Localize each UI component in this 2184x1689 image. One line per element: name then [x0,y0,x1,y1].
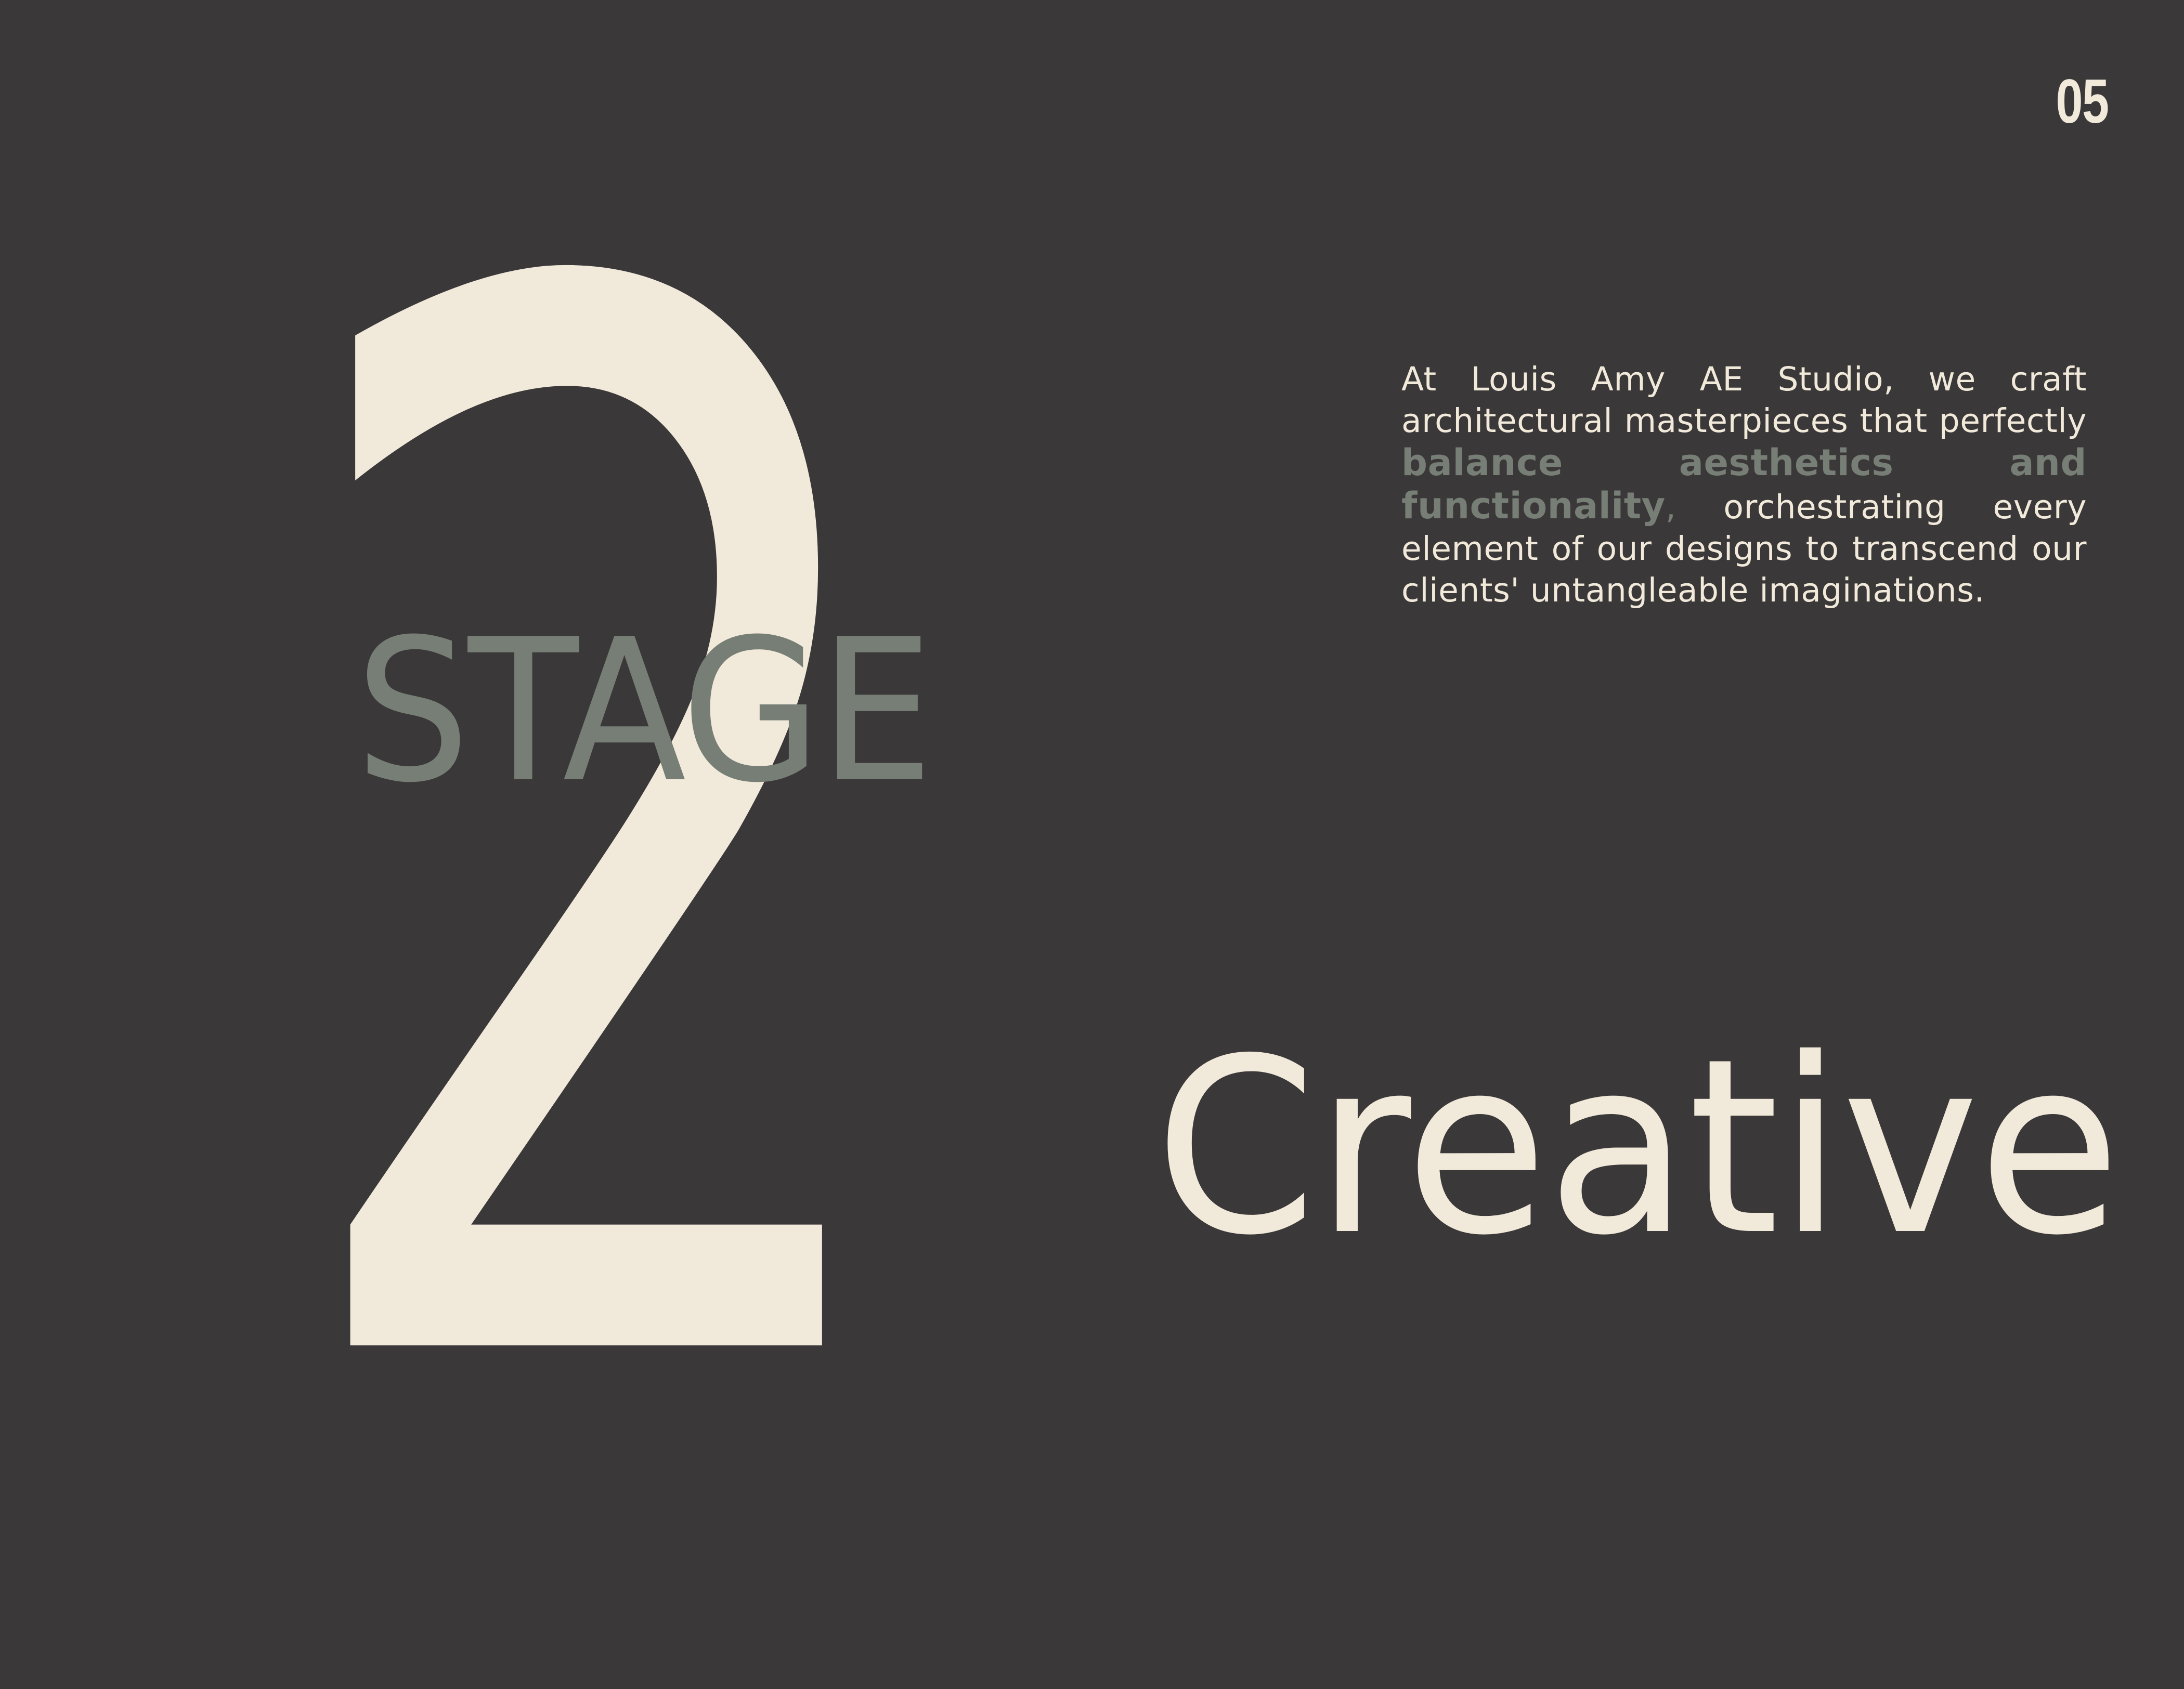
stage-numeral: 2 [276,0,925,1689]
page-number: 05 [2056,67,2109,136]
stage-label: STAGE [355,597,933,826]
description-comma: , [1665,488,1676,526]
description-text-start: At Louis Amy AE Studio, we craft archite… [1401,360,2087,440]
creative-heading: Creative [1154,1006,2121,1288]
description-paragraph: At Louis Amy AE Studio, we craft archite… [1401,359,2087,611]
